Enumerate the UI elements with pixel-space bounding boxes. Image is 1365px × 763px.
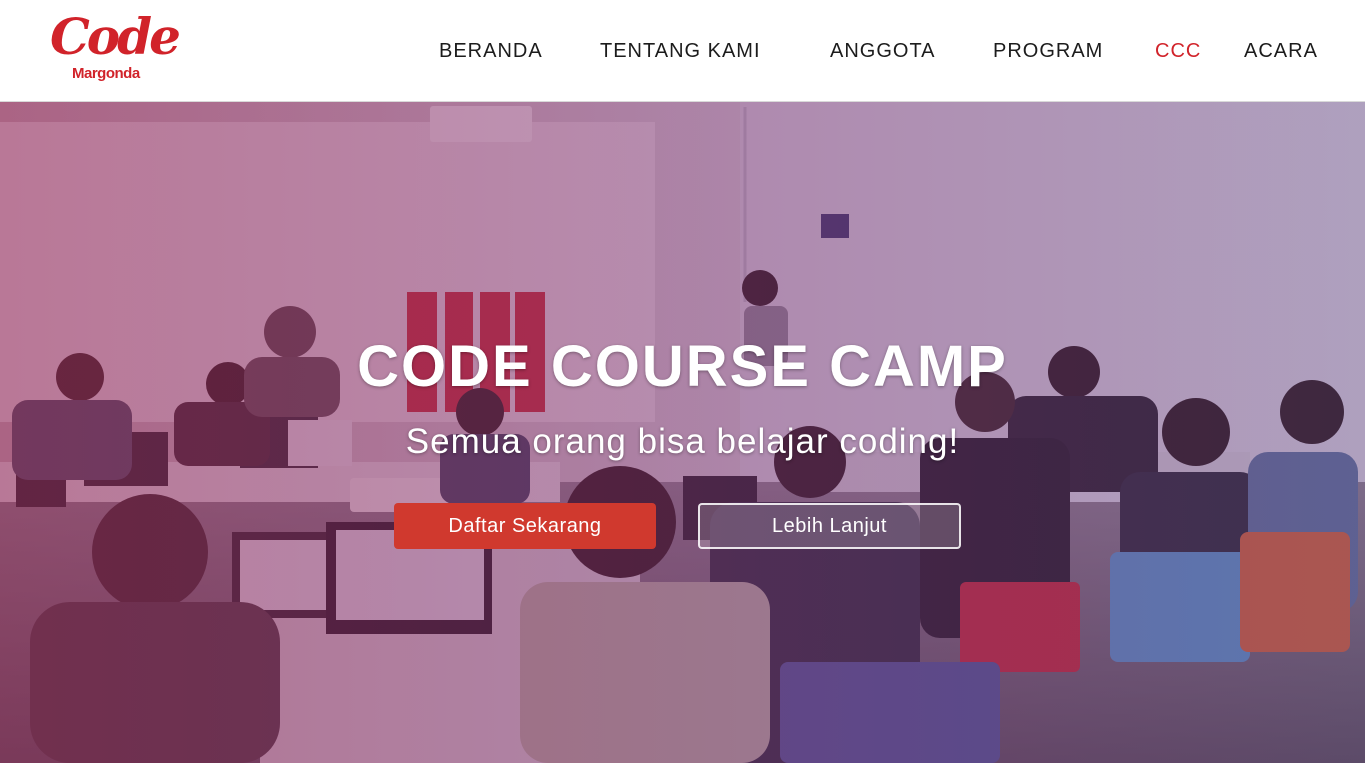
nav-item-program[interactable]: PROGRAM <box>993 38 1103 64</box>
hero-subtitle: Semua orang bisa belajar coding! <box>405 422 960 461</box>
nav-item-ccc[interactable]: CCC <box>1155 38 1201 64</box>
site-header: Code Margonda BERANDA TENTANG KAMI ANGGO… <box>0 0 1365 102</box>
hero-title: CODE COURSE CAMP <box>357 334 1008 399</box>
hero-section: CODE COURSE CAMP Semua orang bisa belaja… <box>0 102 1365 763</box>
nav-item-anggota[interactable]: ANGGOTA <box>830 38 936 64</box>
register-button[interactable]: Daftar Sekarang <box>394 503 656 549</box>
page: Code Margonda BERANDA TENTANG KAMI ANGGO… <box>0 0 1365 763</box>
nav-item-beranda[interactable]: BERANDA <box>439 38 543 64</box>
nav-item-acara[interactable]: ACARA <box>1244 38 1318 64</box>
nav-item-tentang-kami[interactable]: TENTANG KAMI <box>600 38 761 64</box>
main-nav: BERANDA TENTANG KAMI ANGGOTA PROGRAM CCC… <box>0 38 1365 64</box>
logo-subtitle: Margonda <box>72 65 140 82</box>
learn-more-button[interactable]: Lebih Lanjut <box>698 503 961 549</box>
